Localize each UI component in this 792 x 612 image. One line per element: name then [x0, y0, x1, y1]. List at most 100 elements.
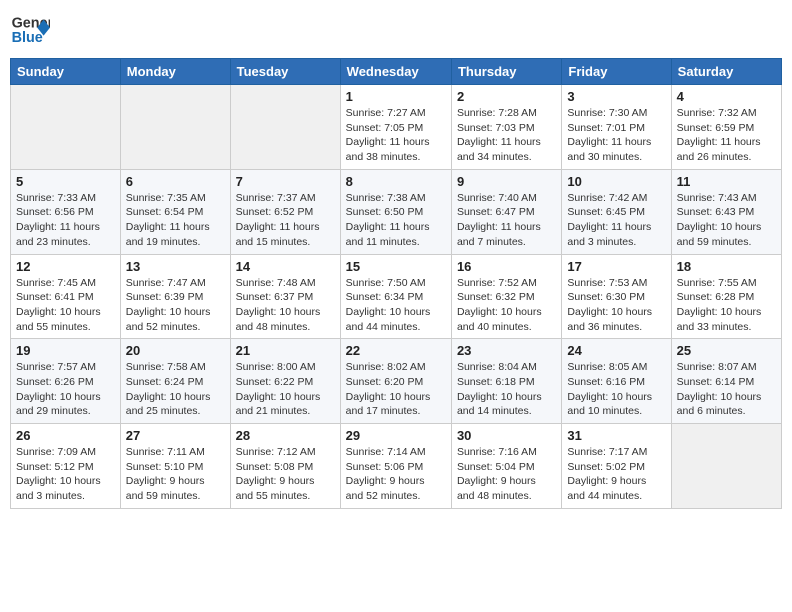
day-info: Sunrise: 7:57 AM Sunset: 6:26 PM Dayligh… — [16, 360, 115, 419]
day-info: Sunrise: 7:50 AM Sunset: 6:34 PM Dayligh… — [346, 276, 446, 335]
calendar-cell: 28 Sunrise: 7:12 AM Sunset: 5:08 PM Dayli… — [230, 424, 340, 509]
day-number: 22 — [346, 343, 446, 358]
calendar-cell — [11, 85, 121, 170]
day-info: Sunrise: 7:55 AM Sunset: 6:28 PM Dayligh… — [677, 276, 776, 335]
calendar-week-row: 12 Sunrise: 7:45 AM Sunset: 6:41 PM Dayli… — [11, 254, 782, 339]
day-info: Sunrise: 7:32 AM Sunset: 6:59 PM Dayligh… — [677, 106, 776, 165]
day-info: Sunrise: 7:48 AM Sunset: 6:37 PM Dayligh… — [236, 276, 335, 335]
day-of-week-header: Monday — [120, 59, 230, 85]
calendar-cell: 25 Sunrise: 8:07 AM Sunset: 6:14 PM Dayli… — [671, 339, 781, 424]
day-number: 30 — [457, 428, 556, 443]
day-number: 27 — [126, 428, 225, 443]
day-number: 24 — [567, 343, 665, 358]
calendar-table: SundayMondayTuesdayWednesdayThursdayFrid… — [10, 58, 782, 509]
calendar-cell: 23Sunrise: 8:04 AM Sunset: 6:18 PM Dayli… — [451, 339, 561, 424]
day-info: Sunrise: 8:05 AM Sunset: 6:16 PM Dayligh… — [567, 360, 665, 419]
day-number: 2 — [457, 89, 556, 104]
calendar-cell: 29 Sunrise: 7:14 AM Sunset: 5:06 PM Dayli… — [340, 424, 451, 509]
calendar-week-row: 19 Sunrise: 7:57 AM Sunset: 6:26 PM Dayli… — [11, 339, 782, 424]
calendar-week-row: 26 Sunrise: 7:09 AM Sunset: 5:12 PM Dayli… — [11, 424, 782, 509]
day-info: Sunrise: 7:30 AM Sunset: 7:01 PM Dayligh… — [567, 106, 665, 165]
day-of-week-header: Thursday — [451, 59, 561, 85]
day-info: Sunrise: 7:28 AM Sunset: 7:03 PM Dayligh… — [457, 106, 556, 165]
day-info: Sunrise: 7:38 AM Sunset: 6:50 PM Dayligh… — [346, 191, 446, 250]
logo-icon: General Blue — [10, 10, 50, 50]
day-info: Sunrise: 8:07 AM Sunset: 6:14 PM Dayligh… — [677, 360, 776, 419]
day-info: Sunrise: 7:16 AM Sunset: 5:04 PM Dayligh… — [457, 445, 556, 504]
calendar-cell: 13 Sunrise: 7:47 AM Sunset: 6:39 PM Dayli… — [120, 254, 230, 339]
day-number: 5 — [16, 174, 115, 189]
calendar-cell: 1 Sunrise: 7:27 AM Sunset: 7:05 PM Daylig… — [340, 85, 451, 170]
day-of-week-header: Saturday — [671, 59, 781, 85]
day-number: 3 — [567, 89, 665, 104]
day-info: Sunrise: 7:27 AM Sunset: 7:05 PM Dayligh… — [346, 106, 446, 165]
calendar-cell: 12 Sunrise: 7:45 AM Sunset: 6:41 PM Dayli… — [11, 254, 121, 339]
day-info: Sunrise: 7:12 AM Sunset: 5:08 PM Dayligh… — [236, 445, 335, 504]
day-number: 25 — [677, 343, 776, 358]
calendar-cell: 6Sunrise: 7:35 AM Sunset: 6:54 PM Daylig… — [120, 169, 230, 254]
day-of-week-header: Wednesday — [340, 59, 451, 85]
calendar-cell: 26 Sunrise: 7:09 AM Sunset: 5:12 PM Dayli… — [11, 424, 121, 509]
day-number: 23 — [457, 343, 556, 358]
day-info: Sunrise: 7:14 AM Sunset: 5:06 PM Dayligh… — [346, 445, 446, 504]
day-info: Sunrise: 7:47 AM Sunset: 6:39 PM Dayligh… — [126, 276, 225, 335]
calendar-week-row: 5 Sunrise: 7:33 AM Sunset: 6:56 PM Daylig… — [11, 169, 782, 254]
day-info: Sunrise: 7:52 AM Sunset: 6:32 PM Dayligh… — [457, 276, 556, 335]
day-of-week-header: Sunday — [11, 59, 121, 85]
day-number: 14 — [236, 259, 335, 274]
day-number: 10 — [567, 174, 665, 189]
day-info: Sunrise: 7:37 AM Sunset: 6:52 PM Dayligh… — [236, 191, 335, 250]
day-number: 31 — [567, 428, 665, 443]
day-info: Sunrise: 7:53 AM Sunset: 6:30 PM Dayligh… — [567, 276, 665, 335]
day-number: 8 — [346, 174, 446, 189]
calendar-cell: 5 Sunrise: 7:33 AM Sunset: 6:56 PM Daylig… — [11, 169, 121, 254]
day-number: 11 — [677, 174, 776, 189]
day-number: 16 — [457, 259, 556, 274]
calendar-cell: 19 Sunrise: 7:57 AM Sunset: 6:26 PM Dayli… — [11, 339, 121, 424]
calendar-cell: 7 Sunrise: 7:37 AM Sunset: 6:52 PM Daylig… — [230, 169, 340, 254]
day-info: Sunrise: 7:33 AM Sunset: 6:56 PM Dayligh… — [16, 191, 115, 250]
day-number: 19 — [16, 343, 115, 358]
day-info: Sunrise: 7:17 AM Sunset: 5:02 PM Dayligh… — [567, 445, 665, 504]
day-number: 18 — [677, 259, 776, 274]
svg-text:Blue: Blue — [12, 30, 43, 46]
day-number: 6 — [126, 174, 225, 189]
day-number: 17 — [567, 259, 665, 274]
calendar-cell — [120, 85, 230, 170]
calendar-cell: 14 Sunrise: 7:48 AM Sunset: 6:37 PM Dayli… — [230, 254, 340, 339]
day-info: Sunrise: 7:09 AM Sunset: 5:12 PM Dayligh… — [16, 445, 115, 504]
day-number: 12 — [16, 259, 115, 274]
day-number: 1 — [346, 89, 446, 104]
day-info: Sunrise: 8:02 AM Sunset: 6:20 PM Dayligh… — [346, 360, 446, 419]
calendar-cell: 15Sunrise: 7:50 AM Sunset: 6:34 PM Dayli… — [340, 254, 451, 339]
day-info: Sunrise: 7:45 AM Sunset: 6:41 PM Dayligh… — [16, 276, 115, 335]
day-number: 28 — [236, 428, 335, 443]
day-info: Sunrise: 7:42 AM Sunset: 6:45 PM Dayligh… — [567, 191, 665, 250]
calendar-cell: 16 Sunrise: 7:52 AM Sunset: 6:32 PM Dayli… — [451, 254, 561, 339]
calendar-cell: 22 Sunrise: 8:02 AM Sunset: 6:20 PM Dayli… — [340, 339, 451, 424]
calendar-cell: 24 Sunrise: 8:05 AM Sunset: 6:16 PM Dayli… — [562, 339, 671, 424]
calendar-cell: 3 Sunrise: 7:30 AM Sunset: 7:01 PM Daylig… — [562, 85, 671, 170]
day-number: 29 — [346, 428, 446, 443]
calendar-cell: 11Sunrise: 7:43 AM Sunset: 6:43 PM Dayli… — [671, 169, 781, 254]
day-number: 26 — [16, 428, 115, 443]
calendar-week-row: 1 Sunrise: 7:27 AM Sunset: 7:05 PM Daylig… — [11, 85, 782, 170]
calendar-cell — [230, 85, 340, 170]
day-number: 20 — [126, 343, 225, 358]
calendar-cell: 8 Sunrise: 7:38 AM Sunset: 6:50 PM Daylig… — [340, 169, 451, 254]
calendar-cell: 30 Sunrise: 7:16 AM Sunset: 5:04 PM Dayli… — [451, 424, 561, 509]
day-number: 13 — [126, 259, 225, 274]
day-info: Sunrise: 7:11 AM Sunset: 5:10 PM Dayligh… — [126, 445, 225, 504]
calendar-cell: 31 Sunrise: 7:17 AM Sunset: 5:02 PM Dayli… — [562, 424, 671, 509]
calendar-cell: 4Sunrise: 7:32 AM Sunset: 6:59 PM Daylig… — [671, 85, 781, 170]
day-number: 21 — [236, 343, 335, 358]
calendar-cell: 27 Sunrise: 7:11 AM Sunset: 5:10 PM Dayli… — [120, 424, 230, 509]
calendar-cell: 10 Sunrise: 7:42 AM Sunset: 6:45 PM Dayli… — [562, 169, 671, 254]
calendar-cell: 2 Sunrise: 7:28 AM Sunset: 7:03 PM Daylig… — [451, 85, 561, 170]
day-number: 9 — [457, 174, 556, 189]
logo: General Blue — [10, 10, 50, 50]
day-number: 7 — [236, 174, 335, 189]
day-info: Sunrise: 7:58 AM Sunset: 6:24 PM Dayligh… — [126, 360, 225, 419]
calendar-cell: 17 Sunrise: 7:53 AM Sunset: 6:30 PM Dayli… — [562, 254, 671, 339]
calendar-cell: 21Sunrise: 8:00 AM Sunset: 6:22 PM Dayli… — [230, 339, 340, 424]
